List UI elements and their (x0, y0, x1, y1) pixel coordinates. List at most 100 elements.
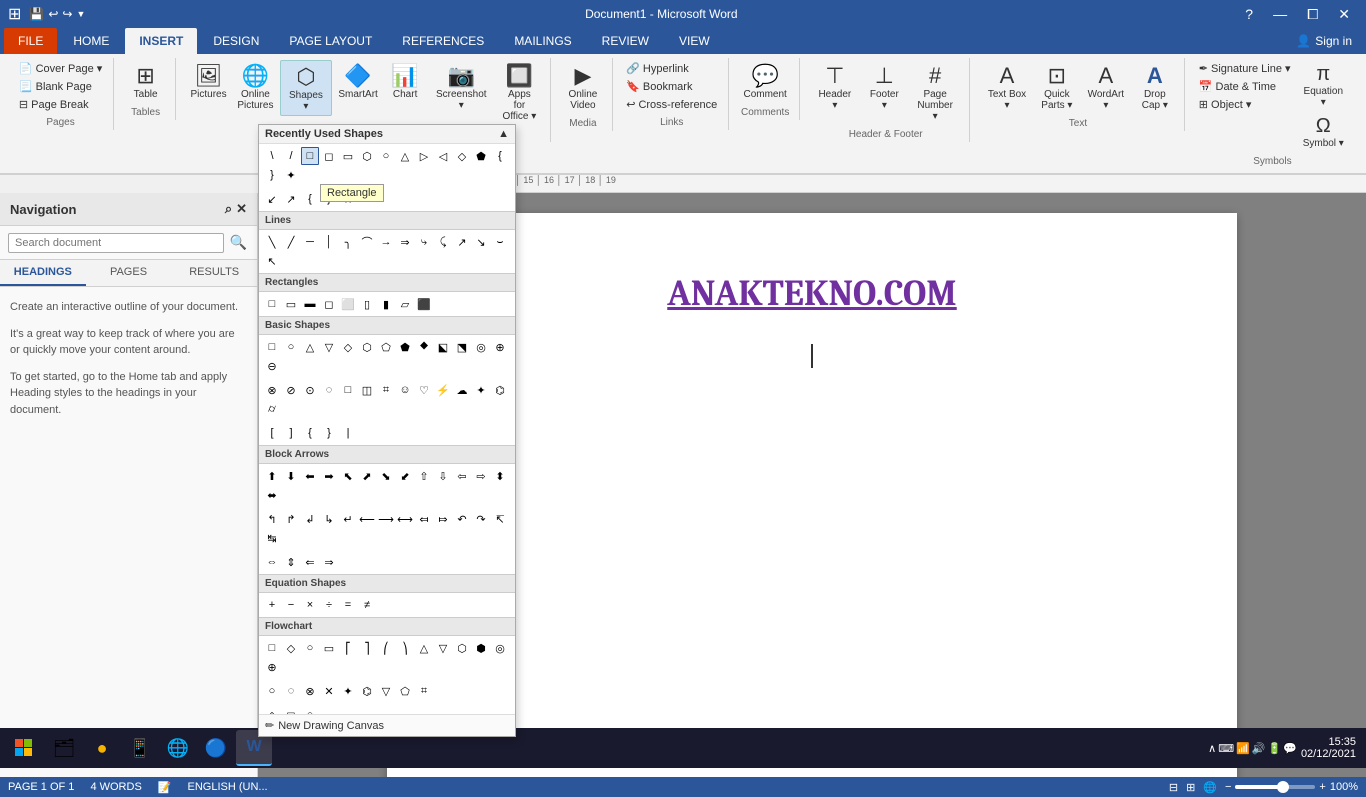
symbol-btn[interactable]: Ω Symbol ▾ (1297, 112, 1350, 152)
shape-flow[interactable]: ○ (301, 706, 319, 714)
cross-ref-btn[interactable]: ↩ Cross-reference (622, 96, 721, 113)
tab-view[interactable]: VIEW (665, 28, 724, 54)
new-drawing-canvas-btn[interactable]: ✏ New Drawing Canvas (259, 714, 515, 736)
apps-for-office-btn[interactable]: 🔲 Apps forOffice ▾ (496, 60, 542, 125)
shape-basic[interactable]: ⊕ (491, 338, 509, 356)
shape-arrow[interactable]: ⇒ (320, 553, 338, 571)
shape-flow[interactable]: ◌ (282, 682, 300, 700)
shape-basic[interactable]: ◎ (472, 338, 490, 356)
shape-arrow[interactable]: ⇦ (453, 467, 471, 485)
shape-basic[interactable]: ✦ (472, 381, 490, 399)
shape-basic[interactable]: { (301, 424, 319, 442)
shape-basic[interactable]: ♡ (415, 381, 433, 399)
shape-line[interactable]: ⇒ (396, 233, 414, 251)
shape-basic[interactable]: ⊙ (301, 381, 319, 399)
shape-flow[interactable]: ⎡ (339, 639, 357, 657)
taskbar-chrome-yellow[interactable]: ● (84, 730, 120, 766)
shape-basic[interactable]: ▽ (320, 338, 338, 356)
shape-arrow[interactable]: ↹ (263, 529, 281, 547)
shape-item[interactable]: { (301, 190, 319, 208)
quick-parts-btn[interactable]: ⊡ QuickParts ▾ (1036, 60, 1078, 114)
maximize-btn[interactable]: ⧠ (1299, 6, 1326, 23)
shape-line[interactable]: → (377, 233, 395, 251)
signature-line-btn[interactable]: ✒ Signature Line ▾ (1195, 60, 1295, 77)
shape-arrow[interactable]: ↸ (491, 510, 509, 528)
tab-pages[interactable]: PAGES (86, 260, 172, 286)
tab-mailings[interactable]: MAILINGS (500, 28, 585, 54)
shape-basic[interactable]: ⬟ (396, 338, 414, 356)
shape-rect[interactable]: ⬛ (415, 295, 433, 313)
shape-basic[interactable]: ⬡ (358, 338, 376, 356)
shape-line[interactable]: ⤷ (415, 233, 433, 251)
shape-basic[interactable]: □ (339, 381, 357, 399)
web-layout-btn[interactable]: 🌐 (1203, 781, 1217, 794)
shape-item[interactable]: △ (396, 147, 414, 165)
shape-arrow[interactable]: ⇕ (282, 553, 300, 571)
shape-flow[interactable]: ⌗ (415, 682, 433, 700)
zoom-in-btn[interactable]: + (1319, 781, 1325, 793)
shape-item[interactable]: ▭ (339, 147, 357, 165)
shape-basic[interactable]: ] (282, 424, 300, 442)
tray-keyboard-icon[interactable]: ⌨ (1218, 742, 1234, 755)
shape-basic[interactable]: ⯁ (415, 338, 433, 356)
shape-line[interactable]: ⌣ (491, 233, 509, 251)
redo-btn[interactable]: ↪ (62, 7, 72, 21)
shape-flow[interactable]: ⎞ (396, 639, 414, 657)
shape-line[interactable]: ⤹ (434, 233, 452, 251)
shape-flow[interactable]: ▽ (377, 682, 395, 700)
tray-notification-icon[interactable]: 💬 (1283, 742, 1297, 755)
shape-arrow[interactable]: ⇐ (301, 553, 319, 571)
comment-btn[interactable]: 💬 Comment (738, 60, 791, 103)
shape-arrow[interactable]: ↳ (320, 510, 338, 528)
shape-flow[interactable]: ○ (301, 639, 319, 657)
hyperlink-btn[interactable]: 🔗 Hyperlink (622, 60, 721, 77)
tab-insert[interactable]: INSERT (125, 28, 197, 54)
shape-basic[interactable]: ⬔ (453, 338, 471, 356)
shape-arrow[interactable]: ↱ (282, 510, 300, 528)
taskbar-whatsapp[interactable]: 📱 (122, 730, 158, 766)
online-video-btn[interactable]: ▶ OnlineVideo (562, 60, 604, 114)
shape-arrow[interactable]: ↶ (453, 510, 471, 528)
shape-line[interactable]: ↖ (263, 252, 281, 270)
shape-rect[interactable]: ◻ (320, 295, 338, 313)
shape-arrow[interactable]: ⇔ (263, 553, 281, 571)
shape-arrow[interactable]: ⬊ (377, 467, 395, 485)
taskbar-chrome[interactable]: 🌐 (160, 730, 196, 766)
header-btn[interactable]: ⊤ Header ▾ (810, 60, 859, 114)
bookmark-btn[interactable]: 🔖 Bookmark (622, 78, 721, 95)
shape-basic[interactable]: ⬠ (377, 338, 395, 356)
shape-arrow[interactable]: ↵ (339, 510, 357, 528)
shape-flow[interactable]: ◻ (282, 706, 300, 714)
tray-battery-icon[interactable]: 🔋 (1268, 742, 1282, 755)
shape-rectangle[interactable]: □ (301, 147, 319, 165)
online-pictures-btn[interactable]: 🌐 OnlinePictures (233, 60, 278, 114)
shape-flow[interactable]: ◎ (491, 639, 509, 657)
text-box-btn[interactable]: A Text Box ▾ (980, 60, 1034, 114)
shape-basic[interactable]: | (339, 424, 357, 442)
equation-btn[interactable]: π Equation ▾ (1297, 60, 1350, 111)
shape-item[interactable]: ▷ (415, 147, 433, 165)
zoom-out-btn[interactable]: − (1225, 781, 1231, 793)
drop-cap-btn[interactable]: A DropCap ▾ (1134, 60, 1176, 114)
page-break-btn[interactable]: ⊟ Page Break (15, 96, 106, 113)
shape-eq[interactable]: − (282, 596, 300, 614)
shape-arrow[interactable]: ⬇ (282, 467, 300, 485)
shape-item[interactable]: } (320, 190, 338, 208)
tab-results[interactable]: RESULTS (171, 260, 257, 286)
shapes-scroll-area[interactable]: \ / □ ◻ ▭ ⬡ ○ △ ▷ ◁ ◇ ⬟ { } ✦ ↙ ↗ { } ★ … (259, 144, 515, 714)
smartart-btn[interactable]: 🔷 SmartArt (334, 60, 382, 103)
shape-arrow[interactable]: ⬍ (491, 467, 509, 485)
taskbar-file-explorer[interactable]: 🗂 (46, 730, 82, 766)
shape-rect[interactable]: ▯ (358, 295, 376, 313)
shape-arrow[interactable]: ↷ (472, 510, 490, 528)
shape-item[interactable]: ✦ (282, 166, 300, 184)
tray-network-icon[interactable]: 📶 (1236, 742, 1250, 755)
shape-line[interactable]: ↘ (472, 233, 490, 251)
shape-basic[interactable]: ⌭ (263, 400, 281, 418)
shape-flow[interactable]: □ (263, 639, 281, 657)
shape-flow[interactable]: ⬠ (396, 682, 414, 700)
search-input[interactable] (8, 233, 224, 253)
shape-arrow[interactable]: ⬅ (301, 467, 319, 485)
shape-basic[interactable]: ⊘ (282, 381, 300, 399)
shape-eq[interactable]: ≠ (358, 596, 376, 614)
